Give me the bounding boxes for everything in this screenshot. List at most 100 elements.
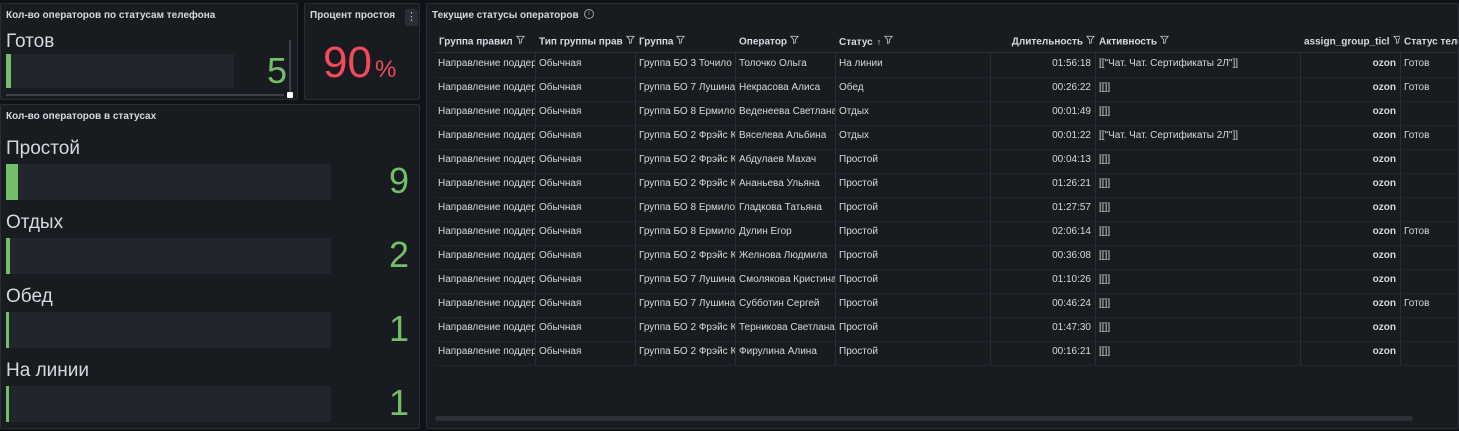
panel-title: Текущие статусы операторов <box>432 10 579 21</box>
cell-operator: Веденеева Светлана <box>735 101 835 125</box>
cell-group-type: Обычная <box>535 245 635 269</box>
bar-value: 1 <box>388 308 409 349</box>
table-row[interactable]: Направление поддер Обычная Группа БО 8 Ерм… <box>435 221 1458 246</box>
cell-assign-group: ozon <box>1300 221 1400 245</box>
cell-rule-group: Направление поддер <box>438 154 535 165</box>
info-icon[interactable]: i <box>584 9 594 19</box>
table-row[interactable]: Направление поддер Обычная Группа БО 8 Ерм… <box>435 101 1458 126</box>
cell-group: Группа БО 7 Лушина <box>635 269 735 293</box>
sort-ascending-icon[interactable]: ↑ <box>877 37 882 47</box>
table-row[interactable]: Направление поддер Обычная Группа БО 7 Луш… <box>435 77 1458 102</box>
filter-icon[interactable] <box>676 32 686 52</box>
cell-group: Группа БО 2 Фрэйс К <box>635 245 735 269</box>
vertical-scrollbar[interactable] <box>289 40 291 95</box>
table-row[interactable]: Направление поддер Обычная Группа БО 2 Фрэ… <box>435 125 1458 150</box>
cell-duration: 00:01:49 <box>990 101 1095 125</box>
operator-status-panel: Кол-во операторов в статусах Простой 9 О… <box>0 104 420 429</box>
horizontal-scrollbar[interactable] <box>435 416 1413 421</box>
filter-icon[interactable] <box>884 32 894 52</box>
bar-value: 5 <box>266 50 287 91</box>
column-header-rule-group[interactable]: Группа правил <box>439 32 535 52</box>
cell-group: Группа БО 2 Фрэйс К <box>635 341 735 365</box>
column-header-operator[interactable]: Оператор <box>739 32 835 52</box>
cell-activity: [[]] <box>1095 197 1300 221</box>
column-header-status[interactable]: Статус ↑ <box>839 32 990 52</box>
cell-duration: 00:36:08 <box>990 245 1095 269</box>
kebab-icon[interactable]: ⋮ <box>405 9 418 26</box>
bar-gauge-track <box>6 312 331 348</box>
cell-assign-group: ozon <box>1300 317 1400 341</box>
column-header-assign-group[interactable]: assign_group_ticl <box>1304 32 1400 52</box>
cell-duration: 00:26:22 <box>990 77 1095 101</box>
cell-group-type: Обычная <box>535 269 635 293</box>
table-row[interactable]: Направление поддер Обычная Группа БО 7 Луш… <box>435 293 1458 318</box>
cell-duration: 00:16:21 <box>990 341 1095 365</box>
cell-rule-group: Направление поддер <box>438 274 535 285</box>
phone-status-panel: Кол-во операторов по статусам телефона Г… <box>0 3 298 100</box>
table-row[interactable]: Направление поддер Обычная Группа БО 3 Точ… <box>435 53 1458 78</box>
filter-icon[interactable] <box>790 32 800 52</box>
cell-group-type: Обычная <box>535 293 635 317</box>
bar-gauge-fill <box>6 238 10 274</box>
cell-activity: [[]] <box>1095 101 1300 125</box>
bar-gauge-track <box>6 54 234 88</box>
column-header-duration[interactable]: Длительность <box>994 32 1095 52</box>
cell-duration: 01:27:57 <box>990 197 1095 221</box>
table-row[interactable]: Направление поддер Обычная Группа БО 2 Фрэ… <box>435 341 1458 366</box>
cell-duration: 00:04:13 <box>990 149 1095 173</box>
cell-rule-group: Направление поддер <box>438 346 535 357</box>
column-header-activity[interactable]: Активность <box>1099 32 1300 52</box>
horizontal-scrollbar[interactable] <box>6 94 284 96</box>
column-header-label: Статус теле <box>1404 36 1459 48</box>
column-header-label: Группа <box>639 36 674 48</box>
cell-phone-status <box>1400 341 1458 365</box>
table-row[interactable]: Направление поддер Обычная Группа БО 2 Фрэ… <box>435 245 1458 270</box>
cell-activity: [[]] <box>1095 245 1300 269</box>
cell-operator: Дулин Егор <box>735 221 835 245</box>
cell-duration: 01:56:18 <box>990 53 1095 77</box>
column-header-label: Статус <box>839 37 873 48</box>
column-header-label: assign_group_ticl <box>1304 36 1390 48</box>
cell-rule-group: Направление поддер <box>438 178 535 189</box>
cell-activity: [[]] <box>1095 269 1300 293</box>
bar-value: 9 <box>388 160 409 201</box>
table-row[interactable]: Направление поддер Обычная Группа БО 2 Фрэ… <box>435 149 1458 174</box>
table-row[interactable]: Направление поддер Обычная Группа БО 2 Фрэ… <box>435 173 1458 198</box>
table-row[interactable]: Направление поддер Обычная Группа БО 8 Ерм… <box>435 197 1458 222</box>
cell-operator: Некрасова Алиса <box>735 77 835 101</box>
cell-group-type: Обычная <box>535 197 635 221</box>
cell-assign-group: ozon <box>1300 53 1400 77</box>
cell-phone-status: Готов <box>1400 293 1458 317</box>
filter-icon[interactable] <box>625 32 635 52</box>
bar-label: Отдых <box>6 212 64 233</box>
cell-activity: [[]] <box>1095 149 1300 173</box>
column-header-label: Длительность <box>1011 36 1083 48</box>
cell-status: Отдых <box>835 101 990 125</box>
filter-icon[interactable] <box>515 32 525 52</box>
cell-group-type: Обычная <box>535 101 635 125</box>
cell-group-type: Обычная <box>535 77 635 101</box>
column-header-phone-status[interactable]: Статус теле <box>1404 32 1459 52</box>
panel-title: Кол-во операторов по статусам телефона <box>6 10 216 21</box>
column-header-group[interactable]: Группа <box>639 32 735 52</box>
column-header-label: Группа правил <box>439 36 513 48</box>
cell-phone-status <box>1400 317 1458 341</box>
cell-operator: Желнова Людмила <box>735 245 835 269</box>
cell-status: Простой <box>835 245 990 269</box>
cell-phone-status <box>1400 173 1458 197</box>
cell-duration: 01:26:21 <box>990 173 1095 197</box>
cell-operator: Ананьева Ульяна <box>735 173 835 197</box>
scroll-corner[interactable] <box>287 92 293 98</box>
cell-assign-group: ozon <box>1300 341 1400 365</box>
filter-icon[interactable] <box>1392 32 1400 52</box>
cell-status: Простой <box>835 341 990 365</box>
filter-icon[interactable] <box>1085 32 1095 52</box>
filter-icon[interactable] <box>1160 32 1170 52</box>
table-row[interactable]: Направление поддер Обычная Группа БО 2 Фрэ… <box>435 317 1458 342</box>
table-row[interactable]: Направление поддер Обычная Группа БО 7 Луш… <box>435 269 1458 294</box>
column-header-group-type[interactable]: Тип группы прав <box>539 32 635 52</box>
cell-rule-group: Направление поддер <box>438 130 535 141</box>
cell-group-type: Обычная <box>535 53 635 77</box>
cell-group-type: Обычная <box>535 173 635 197</box>
cell-status: Простой <box>835 269 990 293</box>
